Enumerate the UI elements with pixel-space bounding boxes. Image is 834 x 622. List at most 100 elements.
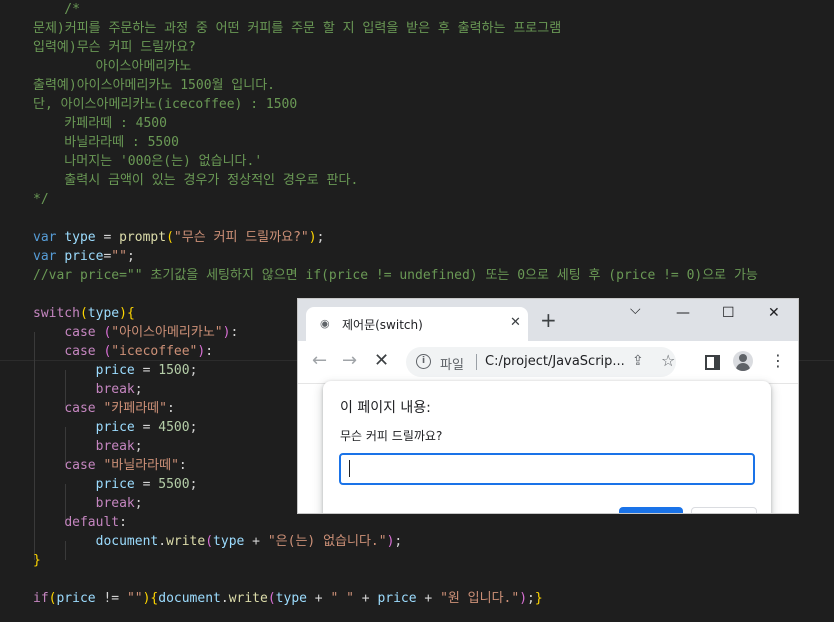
code-token: price <box>95 363 135 378</box>
code-line: case "카페라떼": <box>33 399 174 418</box>
code-token: /* <box>33 2 80 17</box>
code-token: "아이스아메리카노" <box>111 325 223 340</box>
dialog-message: 무슨 커피 드릴까요? <box>340 429 443 443</box>
more-menu-icon[interactable]: ⋮ <box>770 351 786 371</box>
url-text[interactable]: C:/project/JavaScrip... <box>485 354 625 369</box>
code-token: ( <box>205 534 214 549</box>
code-token: 입력예)무슨 커피 드릴까요? <box>33 40 196 55</box>
code-token: + <box>353 591 378 606</box>
code-line: 단, 아이스아메리카노(icecoffee) : 1500 <box>33 95 297 114</box>
code-token: type <box>64 230 96 245</box>
code-token: ; <box>134 382 143 397</box>
code-token: "은(는) 없습니다." <box>267 534 387 549</box>
code-token: price <box>64 249 104 264</box>
code-token: 출력예)아이스아메리카노 1500월 입니다. <box>33 78 276 93</box>
ok-button[interactable] <box>619 507 683 513</box>
code-line: 나머지는 '000은(는) 없습니다.' <box>33 152 262 171</box>
code-token: ; <box>189 477 198 492</box>
code-token: ; <box>126 249 135 264</box>
browser-tab[interactable]: ◉ 제어문(switch) ✕ <box>306 307 528 341</box>
code-token: 문제)커피를 주문하는 과정 중 어떤 커피를 주문 할 지 입력을 받은 후 … <box>33 21 562 36</box>
code-token: type <box>87 306 120 321</box>
code-token: "바닐라라떼" <box>103 458 179 473</box>
code-line: price = 1500; <box>33 361 198 380</box>
code-token: " " <box>330 591 354 606</box>
dialog-title: 이 페이지 내용: <box>340 400 431 416</box>
code-line: var price=""; <box>33 247 135 266</box>
code-token: */ <box>33 192 49 207</box>
code-token: type <box>213 534 245 549</box>
code-token: ( <box>79 306 88 321</box>
code-token: : <box>119 515 127 530</box>
code-token: switch <box>33 306 80 321</box>
window-close-icon[interactable]: ✕ <box>768 305 780 321</box>
code-token: break <box>95 382 135 397</box>
code-line: case ("아이스아메리카노"): <box>33 323 238 342</box>
code-line: price = 5500; <box>33 475 198 494</box>
code-line: document.write(type + "은(는) 없습니다."); <box>33 532 403 551</box>
code-token: = <box>134 477 159 492</box>
code-line: default: <box>33 513 127 532</box>
code-line: case ("icecoffee"): <box>33 342 213 361</box>
profile-avatar-icon[interactable] <box>733 351 753 371</box>
code-token: var <box>33 230 57 245</box>
code-line: 바닐라라떼 : 5500 <box>33 133 179 152</box>
code-token: ) <box>119 306 127 321</box>
code-token: break <box>95 496 135 511</box>
code-line: 카페라떼 : 4500 <box>33 114 167 133</box>
code-token: "" <box>111 249 127 264</box>
code-token: ; <box>134 496 143 511</box>
cancel-button[interactable] <box>691 507 757 513</box>
code-token: "icecoffee" <box>111 344 198 359</box>
code-token: var <box>33 249 57 264</box>
code-token: 바닐라라떼 : 5500 <box>33 135 179 150</box>
code-line: 아이스아메리카노 <box>33 57 192 76</box>
code-token: type <box>275 591 307 606</box>
back-icon[interactable]: ← <box>312 351 327 371</box>
bookmark-star-icon[interactable]: ☆ <box>661 351 675 370</box>
new-tab-icon[interactable]: + <box>540 310 557 330</box>
stop-loading-icon[interactable]: ✕ <box>374 351 389 371</box>
side-panel-icon[interactable] <box>705 355 720 370</box>
browser-window: ◉ 제어문(switch) ✕ + ⌵ — ☐ ✕ ← → ✕ i 파일 C:/… <box>298 299 798 513</box>
info-icon[interactable]: i <box>416 354 431 369</box>
prompt-input[interactable] <box>339 453 755 485</box>
code-token: ; <box>527 591 535 606</box>
code-token: ; <box>316 230 325 245</box>
code-token: } <box>534 591 543 606</box>
code-token: ; <box>394 534 403 549</box>
tab-search-icon[interactable]: ⌵ <box>630 302 641 318</box>
code-token: case <box>64 344 96 359</box>
maximize-icon[interactable]: ☐ <box>722 305 735 321</box>
code-token: write <box>166 534 206 549</box>
code-token: document <box>95 534 159 549</box>
forward-icon[interactable]: → <box>342 351 357 371</box>
code-token: : <box>178 458 187 473</box>
code-token: prompt <box>119 230 167 245</box>
code-token: if <box>33 591 49 606</box>
code-token: ( <box>166 230 174 245</box>
address-bar[interactable]: i 파일 C:/project/JavaScrip... ⇪ ☆ <box>406 347 676 377</box>
minimize-icon[interactable]: — <box>676 305 690 321</box>
code-token: = <box>134 420 159 435</box>
code-token: case <box>64 325 96 340</box>
code-line: price = 4500; <box>33 418 198 437</box>
code-line: break; <box>33 494 143 513</box>
code-token: ) <box>519 591 528 606</box>
code-token: = <box>134 363 159 378</box>
code-line: /* <box>33 0 80 19</box>
code-line: case "바닐라라떼": <box>33 456 187 475</box>
code-token: != <box>95 591 127 606</box>
share-icon[interactable]: ⇪ <box>632 353 644 369</box>
tab-bar: ◉ 제어문(switch) ✕ + ⌵ — ☐ ✕ <box>298 299 798 341</box>
code-line: //var price="" 초기값을 세팅하지 않으면 if(price !=… <box>33 266 758 285</box>
tab-close-icon[interactable]: ✕ <box>510 315 521 330</box>
code-token: ( <box>267 591 276 606</box>
globe-icon: ◉ <box>320 317 330 330</box>
code-token: case <box>64 458 96 473</box>
